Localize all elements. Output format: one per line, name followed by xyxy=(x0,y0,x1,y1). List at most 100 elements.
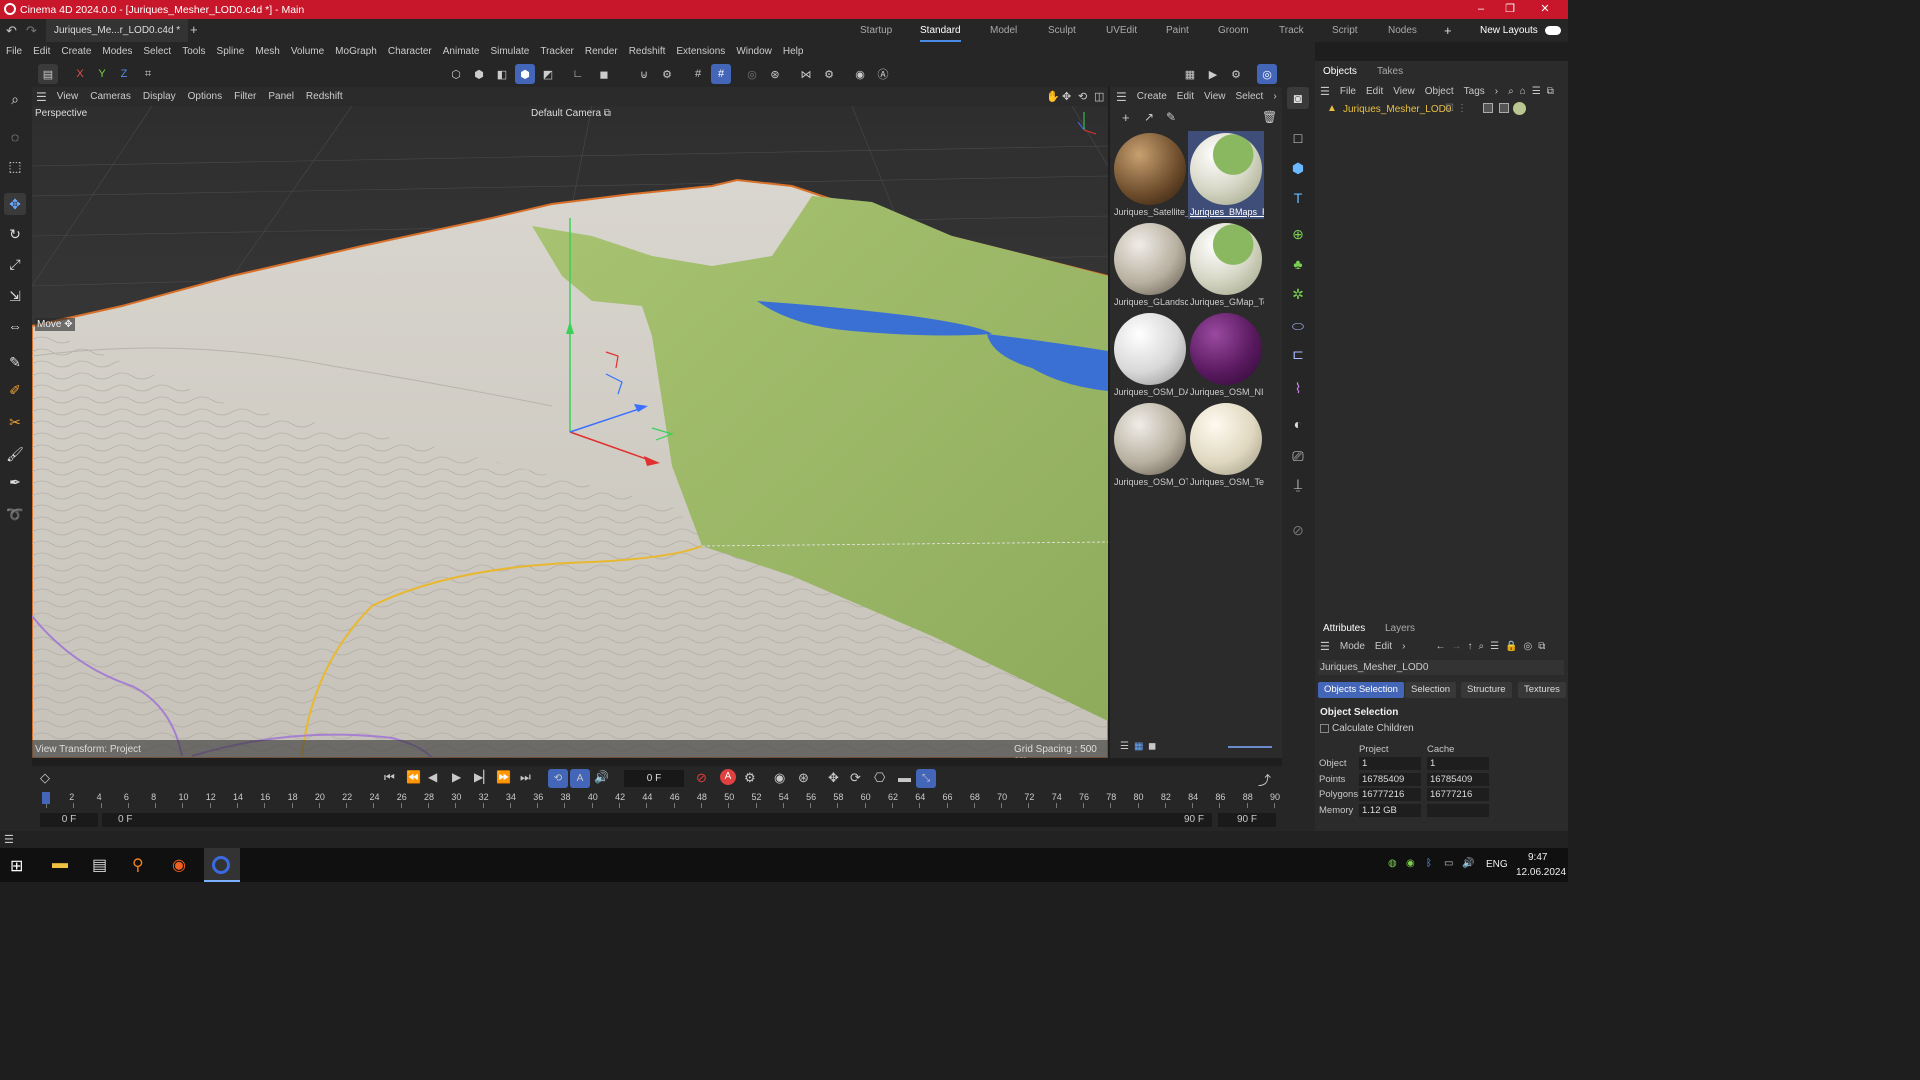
previous-key-icon[interactable]: ⏪ xyxy=(406,770,421,784)
language-indicator[interactable]: ENG xyxy=(1486,859,1508,870)
new-layouts-label[interactable]: New Layouts xyxy=(1480,19,1538,42)
material-juriques-osm-da[interactable]: Juriques_OSM_DA xyxy=(1112,311,1188,399)
clock-time[interactable]: 9:47 xyxy=(1528,852,1547,863)
auto-keying-icon[interactable]: Ⓐ xyxy=(873,64,893,84)
timeline-ruler[interactable]: 0246810121416182022242628303234363840424… xyxy=(32,792,1282,808)
workplane-icon[interactable]: ∟ xyxy=(568,64,588,84)
go-to-end-icon[interactable]: ⏭ xyxy=(520,770,531,785)
live-selection-icon[interactable]: ◌ xyxy=(4,126,26,148)
model-mode-icon[interactable]: ⬢ xyxy=(515,64,535,84)
tab-attributes[interactable]: Attributes xyxy=(1323,618,1365,640)
document-tab[interactable]: Juriques_Me...r_LOD0.c4d * xyxy=(46,19,189,42)
material-juriques-gmap-te[interactable]: Juriques_GMap_Te xyxy=(1188,221,1264,309)
object-row[interactable]: ▲ Juriques_Mesher_LOD0 ☑ ⋮ xyxy=(1315,102,1568,117)
edges-mode-icon[interactable]: ⬢ xyxy=(469,64,489,84)
tray-app-icon[interactable]: ◉ xyxy=(1406,858,1415,869)
phong-tag-icon[interactable] xyxy=(1483,103,1493,113)
scene-camera-icon[interactable]: ⎚ xyxy=(1287,445,1309,467)
select-tools-icon[interactable]: ⬚ xyxy=(4,155,26,177)
material-juriques-osm-te[interactable]: Juriques_OSM_Te xyxy=(1188,401,1264,489)
mirror-settings-icon[interactable]: ⚙ xyxy=(819,64,839,84)
rotate-view-icon[interactable]: ⟲ xyxy=(1078,90,1087,103)
objects-new-window-icon[interactable]: ⧉ xyxy=(1547,86,1554,97)
range-end-field[interactable]: 90 F xyxy=(1218,813,1276,827)
spline-sketch-icon[interactable]: ✐ xyxy=(4,379,26,401)
uv-mode-icon[interactable]: ◩ xyxy=(538,64,558,84)
menu-redshift[interactable]: Redshift xyxy=(629,46,666,57)
polygons-mode-icon[interactable]: ◧ xyxy=(492,64,512,84)
menu-tracker[interactable]: Tracker xyxy=(540,46,574,57)
search-icon[interactable]: ⌕ xyxy=(4,88,26,110)
large-view-icon[interactable]: ◼ xyxy=(1148,741,1156,752)
menu-window[interactable]: Window xyxy=(736,46,772,57)
objects-filter-icon[interactable]: ☰ xyxy=(1532,86,1541,97)
undo-icon[interactable]: ↶ xyxy=(6,23,17,39)
objects-menu-object[interactable]: Object xyxy=(1425,86,1454,97)
pan-view-icon[interactable]: ✋ xyxy=(1046,90,1060,103)
objects-menu-more-icon[interactable]: › xyxy=(1495,86,1498,97)
scale-tool-icon[interactable]: ⤢ xyxy=(4,253,26,275)
camera-icon[interactable]: ◙ xyxy=(1287,87,1309,109)
autokey-icon[interactable]: A xyxy=(720,769,736,785)
delete-material-icon[interactable]: 🗑 xyxy=(1262,110,1277,124)
key-pla-icon[interactable]: ⎔ xyxy=(874,770,885,786)
sound-icon[interactable]: 🔊 xyxy=(594,770,609,784)
key-position-icon[interactable]: ◉ xyxy=(774,770,785,786)
viewport-menu-options[interactable]: Options xyxy=(188,91,222,102)
object-name[interactable]: Juriques_Mesher_LOD0 xyxy=(1343,104,1451,115)
material-juriques-satellite[interactable]: Juriques_Satellite_ xyxy=(1112,131,1188,219)
new-document-button[interactable]: + xyxy=(190,22,198,37)
close-button[interactable]: ✕ xyxy=(1530,0,1560,19)
field-icon[interactable]: ⊏ xyxy=(1287,343,1309,365)
layout-startup[interactable]: Startup xyxy=(860,19,892,42)
axis-z-toggle[interactable]: Z xyxy=(114,64,134,84)
subtab-structure[interactable]: Structure xyxy=(1461,682,1512,698)
calculate-children-checkbox[interactable] xyxy=(1320,724,1329,733)
cloner-icon[interactable]: ♣ xyxy=(1287,253,1309,275)
axis-y-toggle[interactable]: Y xyxy=(92,64,112,84)
tab-takes[interactable]: Takes xyxy=(1377,61,1403,83)
attributes-menu-mode[interactable]: Mode xyxy=(1340,641,1365,652)
lock-icon[interactable]: 🔒 xyxy=(1505,641,1517,652)
symmetry-icon[interactable]: ⊛ xyxy=(765,64,785,84)
lock-workplane-icon[interactable]: ◉ xyxy=(850,64,870,84)
menu-character[interactable]: Character xyxy=(388,46,432,57)
material-tag-icon[interactable] xyxy=(1513,102,1526,115)
sculpt-icon[interactable]: ✒ xyxy=(4,471,26,493)
loop-icon[interactable]: ⟲ xyxy=(548,769,568,788)
points-mode-icon[interactable]: ⬡ xyxy=(446,64,466,84)
object-visibility-icon[interactable]: ☑ xyxy=(1445,103,1454,114)
cube-icon[interactable]: ⬢ xyxy=(1287,157,1309,179)
menu-spline[interactable]: Spline xyxy=(217,46,245,57)
layout-groom[interactable]: Groom xyxy=(1218,19,1249,42)
objects-menu-view[interactable]: View xyxy=(1393,86,1415,97)
lasso-icon[interactable]: ➰ xyxy=(4,503,26,525)
tags-icon[interactable]: ⊘ xyxy=(1287,519,1309,541)
viewport-hamburger-icon[interactable]: ☰ xyxy=(36,90,47,104)
timeline-playhead[interactable] xyxy=(42,792,50,804)
menu-mesh[interactable]: Mesh xyxy=(255,46,279,57)
tray-network-icon[interactable]: ◍ xyxy=(1388,858,1397,869)
brush-icon[interactable]: 🖌 xyxy=(4,443,26,465)
grid-view-icon[interactable]: ▦ xyxy=(1134,741,1143,752)
objects-menu-tags[interactable]: Tags xyxy=(1464,86,1485,97)
texture-tag-icon[interactable] xyxy=(1499,103,1509,113)
status-hamburger-icon[interactable]: ☰ xyxy=(4,833,14,846)
layout-paint[interactable]: Paint xyxy=(1166,19,1189,42)
spline-icon[interactable]: ⌇ xyxy=(1287,377,1309,399)
snap-settings-icon[interactable]: ⚙ xyxy=(657,64,677,84)
material-menu-view[interactable]: View xyxy=(1204,91,1226,102)
axis-x-toggle[interactable]: X xyxy=(70,64,90,84)
timeline-toggle-icon[interactable]: ▬ xyxy=(898,770,911,785)
objects-menu-file[interactable]: File xyxy=(1340,86,1356,97)
key-scale-icon[interactable]: ✥ xyxy=(828,770,839,786)
null-object-icon[interactable]: □ xyxy=(1287,127,1309,149)
material-juriques-osm-ni[interactable]: Juriques_OSM_NI xyxy=(1188,311,1264,399)
objects-hamburger-icon[interactable]: ☰ xyxy=(1320,85,1330,98)
attributes-settings-icon[interactable]: ◎ xyxy=(1524,641,1533,652)
redshift-render-icon[interactable]: ◎ xyxy=(1257,64,1277,84)
layout-uvedit[interactable]: UVEdit xyxy=(1106,19,1137,42)
menu-animate[interactable]: Animate xyxy=(443,46,480,57)
key-param-icon[interactable]: ⟳ xyxy=(850,770,861,786)
viewport-perspective[interactable]: Perspective Default Camera ⧉ Move ✥ View… xyxy=(32,106,1108,758)
